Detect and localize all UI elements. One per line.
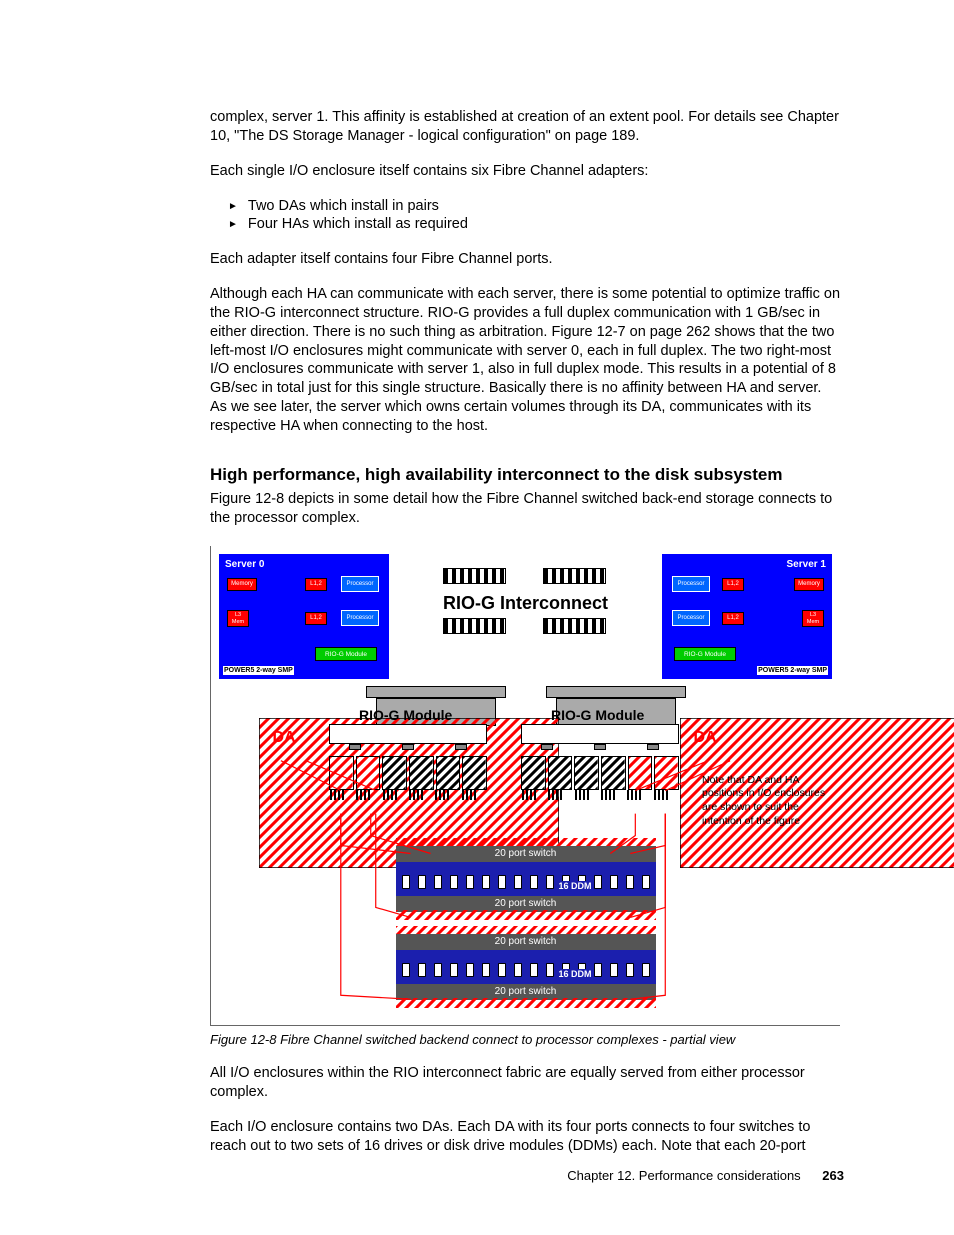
- da-box-right: DA: [680, 718, 730, 758]
- switch-row: 20 port switch: [396, 934, 656, 950]
- switch-row: 20 port switch: [396, 846, 656, 862]
- section-heading: High performance, high availability inte…: [210, 464, 840, 486]
- io-enclosure-left: [329, 724, 487, 814]
- list-item: Four HAs which install as required: [228, 215, 840, 234]
- l12-chip: L1,2: [305, 612, 327, 625]
- memory-chip: Memory: [794, 578, 824, 591]
- processor-chip: Processor: [341, 610, 379, 626]
- list-item: Two DAs which install in pairs: [228, 197, 840, 216]
- smp-label: POWER5 2-way SMP: [757, 666, 828, 675]
- da-label: DA: [680, 728, 730, 749]
- interconnect-title: RIO-G Interconnect: [443, 592, 608, 615]
- switch-ddm-stack-1: 20 port switch 16 DDM 20 port switch: [396, 846, 656, 912]
- server-1-label: Server 1: [787, 558, 826, 571]
- io-enclosure-right: [521, 724, 679, 814]
- l3-chip: L3Mem: [802, 610, 824, 627]
- body-paragraph: All I/O enclosures within the RIO interc…: [210, 1064, 840, 1102]
- body-paragraph: complex, server 1. This affinity is esta…: [210, 108, 840, 146]
- riog-module-chip: RIO-G Module: [315, 647, 377, 661]
- riog-module-chip: RIO-G Module: [674, 647, 736, 661]
- page-content: complex, server 1. This affinity is esta…: [210, 108, 840, 1156]
- processor-chip: Processor: [672, 610, 710, 626]
- ddm-row: 16 DDM: [396, 862, 656, 896]
- io-connector-icon: [543, 618, 606, 634]
- page-footer: Chapter 12. Performance considerations 2…: [567, 1168, 844, 1185]
- ddm-row: 16 DDM: [396, 950, 656, 984]
- body-paragraph: Each I/O enclosure contains two DAs. Eac…: [210, 1118, 840, 1156]
- ddm-label: 16 DDM: [556, 881, 593, 893]
- figure-caption: Figure 12-8 Fibre Channel switched backe…: [210, 1032, 840, 1049]
- l3-chip: L3Mem: [227, 610, 249, 627]
- processor-chip: Processor: [672, 576, 710, 592]
- l12-chip: L1,2: [305, 578, 327, 591]
- processor-chip: Processor: [341, 576, 379, 592]
- server-0-box: Server 0 Memory L1,2 Processor L3Mem L1,…: [219, 554, 389, 679]
- body-paragraph: Each adapter itself contains four Fibre …: [210, 250, 840, 269]
- io-connector-icon: [443, 618, 506, 634]
- da-label: DA: [259, 728, 309, 749]
- memory-chip: Memory: [227, 578, 257, 591]
- figure-note: Note that DA and HA positions in I/O enc…: [702, 774, 832, 829]
- body-paragraph: Figure 12-8 depicts in some detail how t…: [210, 490, 840, 528]
- l12-chip: L1,2: [722, 612, 744, 625]
- riog-module-label: RIO-G Module: [551, 706, 644, 724]
- footer-chapter: Chapter 12. Performance considerations: [567, 1168, 800, 1183]
- io-connector-icon: [543, 568, 606, 584]
- figure-canvas: Server 0 Memory L1,2 Processor L3Mem L1,…: [210, 546, 840, 1026]
- server-0-label: Server 0: [225, 558, 264, 571]
- bullet-list: Two DAs which install in pairs Four HAs …: [228, 197, 840, 235]
- footer-page-number: 263: [822, 1168, 844, 1183]
- l12-chip: L1,2: [722, 578, 744, 591]
- body-paragraph: Each single I/O enclosure itself contain…: [210, 162, 840, 181]
- ddm-label: 16 DDM: [556, 969, 593, 981]
- body-paragraph: Although each HA can communicate with ea…: [210, 285, 840, 436]
- da-box-left: DA: [259, 718, 309, 758]
- switch-ddm-stack-2: 20 port switch 16 DDM 20 port switch: [396, 934, 656, 1000]
- server-1-box: Server 1 Processor L1,2 Memory Processor…: [662, 554, 832, 679]
- smp-label: POWER5 2-way SMP: [223, 666, 294, 675]
- riog-module-label: RIO-G Module: [359, 706, 452, 724]
- figure-12-8: Server 0 Memory L1,2 Processor L3Mem L1,…: [210, 546, 840, 1026]
- io-connector-icon: [443, 568, 506, 584]
